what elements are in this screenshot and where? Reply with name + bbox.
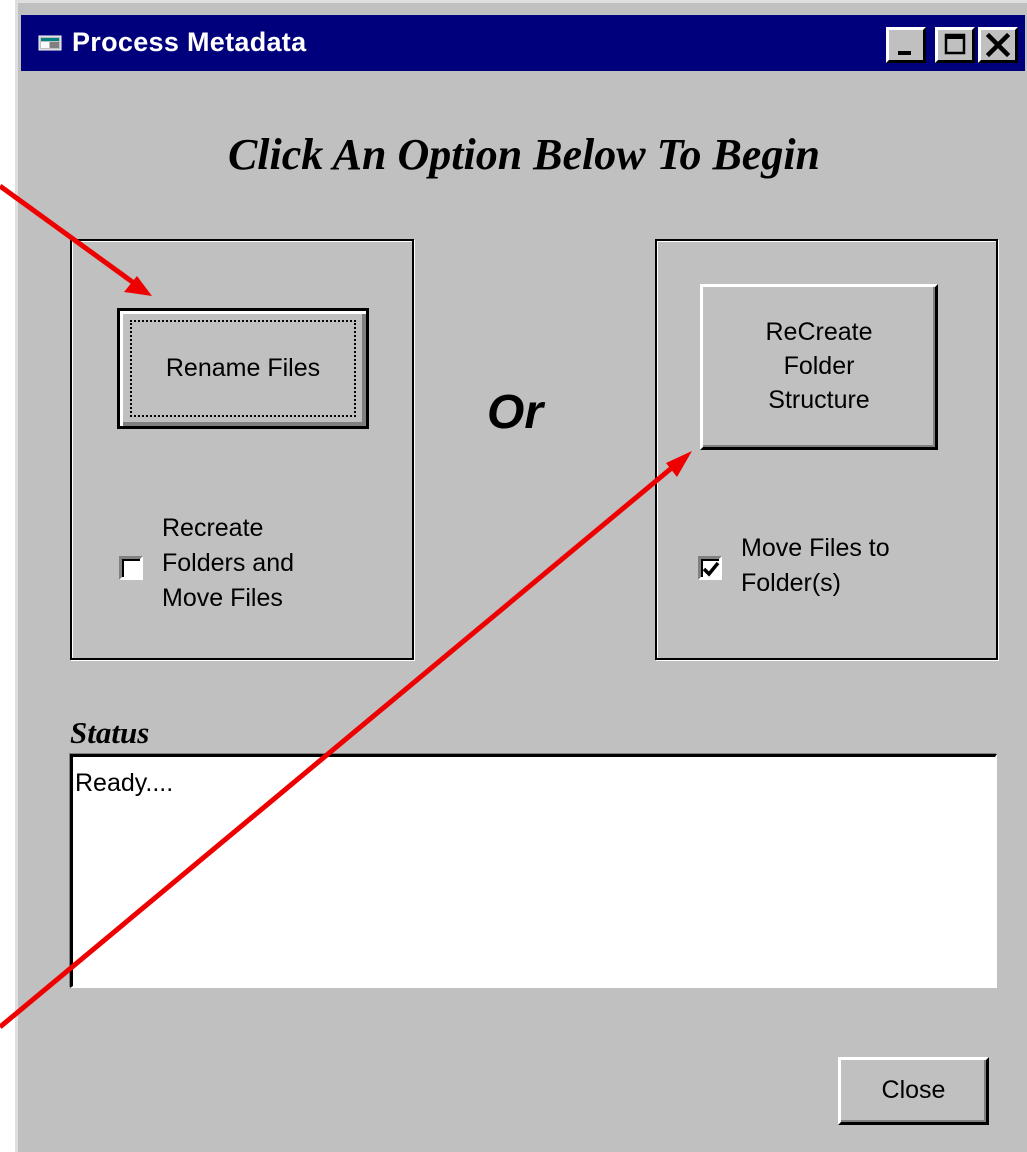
checkmark-icon <box>702 561 720 577</box>
close-button-label: Close <box>881 1076 946 1105</box>
process-metadata-window: Process Metadata Click An Option Below T… <box>15 0 1027 1152</box>
or-separator: Or <box>487 386 544 439</box>
close-button[interactable]: Close <box>838 1057 989 1125</box>
move-files-checkbox-label[interactable]: Move Files to Folder(s) <box>741 531 890 601</box>
app-icon <box>38 33 64 55</box>
move-files-checkbox[interactable] <box>698 556 722 580</box>
title-bar[interactable]: Process Metadata <box>21 15 1025 71</box>
minimize-icon <box>898 51 911 55</box>
maximize-button[interactable] <box>935 27 975 63</box>
close-icon <box>985 32 1011 58</box>
recreate-folder-structure-button-label: ReCreate Folder Structure <box>765 318 873 414</box>
page-heading: Click An Option Below To Begin <box>227 130 821 179</box>
recreate-folders-checkbox-label[interactable]: Recreate Folders and Move Files <box>162 511 294 616</box>
rename-files-button[interactable]: Rename Files <box>117 308 369 429</box>
rename-files-button-label: Rename Files <box>165 353 321 382</box>
maximize-icon <box>944 33 966 55</box>
close-window-button[interactable] <box>978 27 1018 63</box>
status-textbox[interactable]: Ready.... <box>70 754 997 988</box>
recreate-folder-structure-button[interactable]: ReCreate Folder Structure <box>700 284 938 450</box>
minimize-button[interactable] <box>886 27 926 63</box>
status-label: Status <box>70 715 150 750</box>
status-text: Ready.... <box>75 769 174 797</box>
window-title: Process Metadata <box>72 27 307 57</box>
recreate-folders-checkbox[interactable] <box>119 556 143 580</box>
